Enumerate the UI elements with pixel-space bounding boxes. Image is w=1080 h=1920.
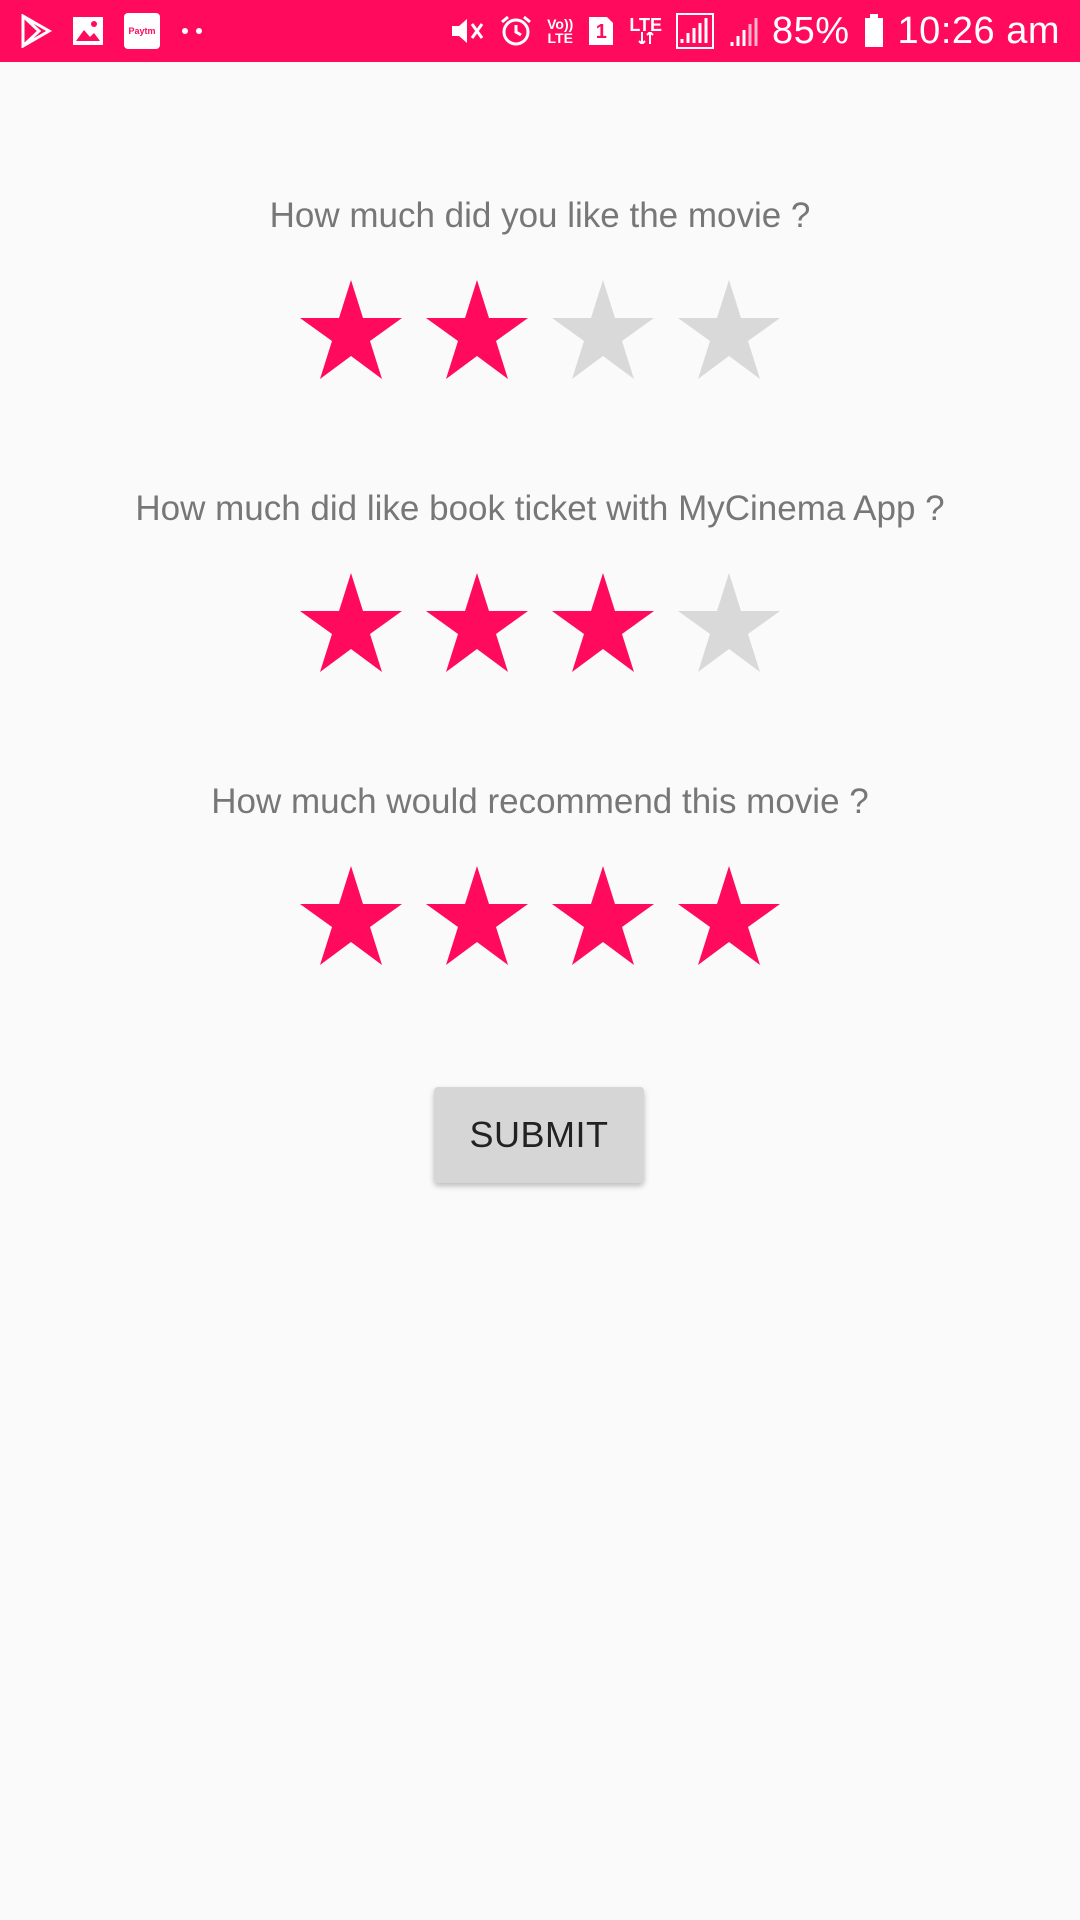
play-store-icon xyxy=(20,14,52,48)
notification-icons: Paytm xyxy=(20,0,206,62)
volte-top-label: Vo)) xyxy=(547,16,574,32)
paytm-icon: Paytm xyxy=(124,13,160,49)
mute-icon xyxy=(449,14,485,48)
rating-bar-1[interactable] xyxy=(0,278,1080,388)
sim-number: 1 xyxy=(595,20,607,43)
lte-label: LTE xyxy=(629,15,662,35)
system-status: Vo)) LTE 1 LTE 85% 10:26 am xyxy=(449,0,1060,62)
question-3-label: How much would recommend this movie ? xyxy=(211,782,869,821)
volte-bottom-label: LTE xyxy=(547,30,573,46)
status-bar: Paytm Vo)) LTE 1 LTE 85% 10:26 am xyxy=(0,0,1080,62)
more-notifications-icon xyxy=(180,26,206,36)
gallery-icon xyxy=(72,16,104,46)
alarm-icon xyxy=(499,14,533,48)
volte-icon: Vo)) LTE xyxy=(547,17,573,45)
star-filled-icon[interactable] xyxy=(425,864,529,968)
clock: 10:26 am xyxy=(897,9,1060,52)
rating-bar-2[interactable] xyxy=(0,571,1080,681)
star-empty-icon[interactable] xyxy=(677,571,781,675)
star-filled-icon[interactable] xyxy=(299,864,403,968)
lte-signal-icon: LTE xyxy=(629,15,662,44)
submit-button[interactable]: SUBMIT xyxy=(434,1087,644,1183)
signal-strength-1-icon xyxy=(675,13,714,49)
battery-percentage: 85% xyxy=(771,9,850,52)
battery-icon xyxy=(864,14,884,48)
star-filled-icon[interactable] xyxy=(425,278,529,382)
star-filled-icon[interactable] xyxy=(551,571,655,675)
question-1-label: How much did you like the movie ? xyxy=(269,196,811,235)
question-2-label: How much did like book ticket with MyCin… xyxy=(135,489,945,528)
sim-1-icon: 1 xyxy=(587,15,615,47)
star-filled-icon[interactable] xyxy=(299,571,403,675)
star-filled-icon[interactable] xyxy=(551,864,655,968)
star-filled-icon[interactable] xyxy=(425,571,529,675)
signal-strength-2-icon xyxy=(728,14,758,48)
rating-bar-3[interactable] xyxy=(0,864,1080,974)
star-empty-icon[interactable] xyxy=(551,278,655,382)
star-filled-icon[interactable] xyxy=(299,278,403,382)
star-empty-icon[interactable] xyxy=(677,278,781,382)
star-filled-icon[interactable] xyxy=(677,864,781,968)
